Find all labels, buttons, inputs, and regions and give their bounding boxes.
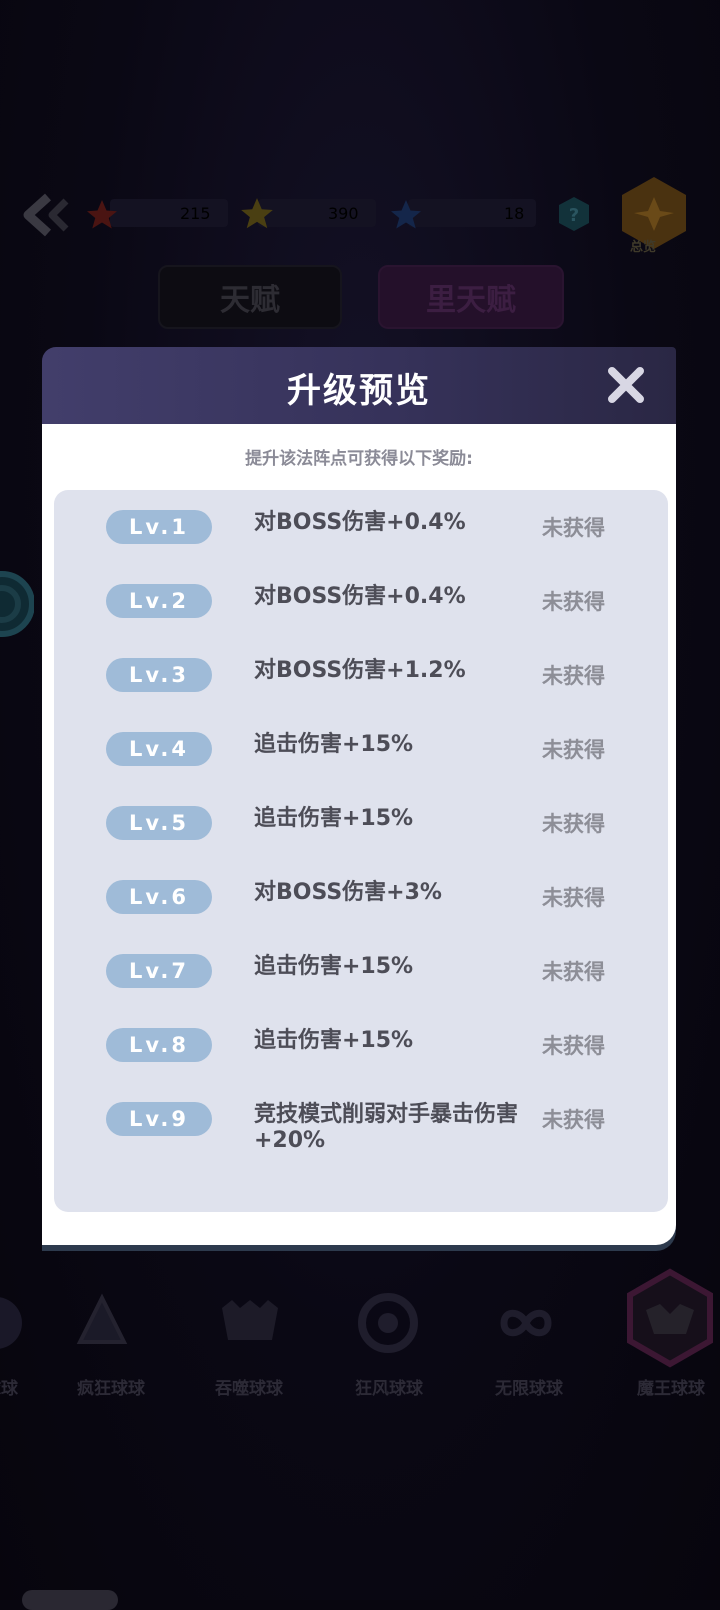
reward-description: 对BOSS伤害+3%	[254, 880, 442, 905]
reward-description: 追击伤害+15%	[254, 732, 414, 757]
level-badge: Lv.5	[106, 806, 212, 840]
reward-status: 未获得	[542, 812, 605, 836]
modal-header: 升级预览	[42, 347, 676, 424]
reward-status: 未获得	[542, 960, 605, 984]
level-badge: Lv.4	[106, 732, 212, 766]
ball-label: 吞噬球球	[215, 1379, 283, 1399]
reward-status: 未获得	[542, 1034, 605, 1058]
ball-icon[interactable]	[0, 1288, 32, 1358]
resource-bar: 215 390 18	[0, 185, 720, 245]
gold-star-icon	[241, 198, 273, 229]
ball-label: 魔王球球	[637, 1379, 705, 1399]
level-badge: Lv.3	[106, 658, 212, 692]
level-badge: Lv.1	[106, 510, 212, 544]
reward-status: 未获得	[542, 516, 605, 540]
bottom-tab[interactable]	[22, 1590, 118, 1610]
modal-title: 升级预览	[287, 371, 431, 411]
level-badge: Lv.9	[106, 1102, 212, 1136]
upgrade-preview-modal: 升级预览 提升该法阵点可获得以下奖励: Lv.1 对BOSS伤害+0.4% 未获…	[42, 347, 676, 1245]
close-icon[interactable]	[606, 365, 646, 405]
level-badge: Lv.2	[106, 584, 212, 618]
reward-status: 未获得	[542, 590, 605, 614]
tab-talent[interactable]: 天赋	[158, 265, 342, 329]
tab-inner-talent[interactable]: 里天赋	[378, 265, 564, 329]
back-icon[interactable]	[18, 193, 74, 237]
ball-label: 无限球球	[495, 1379, 563, 1399]
level-badge: Lv.8	[106, 1028, 212, 1062]
reward-description: 对BOSS伤害+0.4%	[254, 584, 466, 609]
modal-subtitle: 提升该法阵点可获得以下奖励:	[245, 449, 473, 469]
talent-node-icon	[0, 571, 34, 637]
level-badge: Lv.7	[106, 954, 212, 988]
reward-description: 追击伤害+15%	[254, 806, 414, 831]
red-star-icon	[87, 200, 117, 229]
reward-description: 追击伤害+15%	[254, 954, 414, 979]
ball-label: 疯狂球球	[77, 1379, 145, 1399]
reward-description: 追击伤害+15%	[254, 1028, 414, 1053]
reward-description: 竞技模式削弱对手暴击伤害+20%	[254, 1102, 519, 1153]
reward-description: 对BOSS伤害+0.4%	[254, 510, 466, 535]
storm-ball-icon[interactable]	[352, 1288, 424, 1358]
summary-label: 总览	[630, 240, 657, 255]
crazy-ball-icon[interactable]	[66, 1288, 138, 1358]
reward-status: 未获得	[542, 664, 605, 688]
gold-star-count: 390	[328, 203, 359, 223]
demon-king-ball-icon[interactable]	[620, 1268, 720, 1368]
level-badge: Lv.6	[106, 880, 212, 914]
red-star-count: 215	[180, 203, 211, 223]
reward-list: Lv.1 对BOSS伤害+0.4% 未获得 Lv.2 对BOSS伤害+0.4% …	[54, 490, 668, 1212]
blue-star-count: 18	[504, 203, 525, 223]
devour-ball-icon[interactable]	[214, 1288, 286, 1358]
ball-label: 狂风球球	[355, 1379, 423, 1399]
infinite-ball-icon[interactable]	[490, 1288, 562, 1358]
svg-text:?: ?	[569, 205, 579, 226]
reward-status: 未获得	[542, 738, 605, 762]
help-icon[interactable]: ?	[556, 196, 592, 232]
reward-status: 未获得	[542, 886, 605, 910]
reward-status: 未获得	[542, 1108, 605, 1132]
reward-description: 对BOSS伤害+1.2%	[254, 658, 466, 683]
blue-star-icon	[391, 200, 421, 229]
modal-body: 提升该法阵点可获得以下奖励: Lv.1 对BOSS伤害+0.4% 未获得 Lv.…	[42, 424, 676, 1245]
